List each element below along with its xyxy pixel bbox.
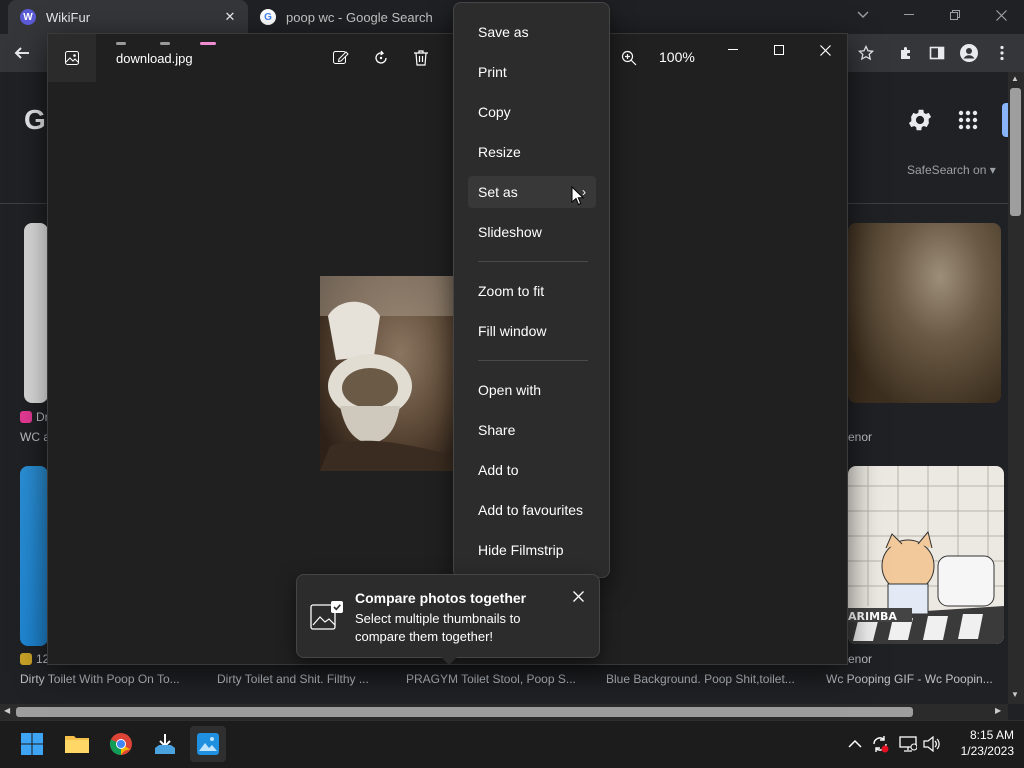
zoom-in-icon[interactable] (613, 44, 645, 72)
photos-app-window: download.jpg 100% (47, 33, 848, 665)
photos-maximize-icon[interactable] (756, 34, 802, 66)
tab-google-search[interactable]: G poop wc - Google Search (250, 0, 460, 34)
start-windows-icon[interactable] (14, 726, 50, 762)
displayed-photo[interactable] (320, 276, 454, 471)
image-result-thumbnail[interactable] (848, 223, 1001, 403)
menu-item-add-to[interactable]: Add to (468, 454, 596, 486)
source-favicon-icon (20, 653, 32, 665)
bookmark-star-icon[interactable] (850, 37, 882, 69)
tip-title: Compare photos together (355, 590, 527, 606)
tab-search-chevron-icon[interactable] (840, 0, 886, 30)
chrome-menu-icon[interactable] (986, 37, 1018, 69)
extensions-puzzle-icon[interactable] (890, 37, 922, 69)
settings-gear-icon[interactable] (906, 106, 934, 139)
result-caption[interactable]: Dirty Toilet and Shit. Filthy ... (217, 672, 369, 686)
vertical-scrollbar-thumb[interactable] (1010, 88, 1021, 216)
rotate-icon[interactable] (365, 44, 397, 72)
menu-item-open-with[interactable]: Open with (468, 374, 596, 406)
menu-item-resize[interactable]: Resize (468, 136, 596, 168)
google-apps-grid-icon[interactable] (958, 110, 978, 135)
context-menu: Save as Print Copy Resize Set as › Slide… (453, 2, 610, 578)
result-source: 12 (20, 652, 49, 666)
result-caption[interactable]: WC a (20, 430, 50, 444)
close-tab-icon[interactable]: ✕ (222, 9, 238, 25)
image-result-thumbnail[interactable] (24, 223, 48, 403)
volume-speaker-icon[interactable] (923, 735, 941, 757)
tip-body: Select multiple thumbnails to compare th… (355, 611, 521, 644)
menu-item-save-as[interactable]: Save as (468, 16, 596, 48)
horizontal-scrollbar-thumb[interactable] (16, 707, 913, 717)
active-indicator (200, 42, 216, 45)
photos-close-icon[interactable] (802, 34, 848, 66)
google-logo[interactable]: G (24, 104, 46, 136)
menu-item-slideshow[interactable]: Slideshow (468, 216, 596, 248)
taskbar-clock[interactable]: 8:15 AM 1/23/2023 (948, 727, 1014, 759)
menu-item-hide-filmstrip[interactable]: Hide Filmstrip (468, 534, 596, 566)
running-indicator (160, 42, 170, 45)
menu-item-print[interactable]: Print (468, 56, 596, 88)
scroll-down-arrow-icon[interactable]: ▼ (1011, 690, 1019, 699)
tab-wikifur[interactable]: W WikiFur ✕ (8, 0, 248, 34)
delete-trash-icon[interactable] (405, 44, 437, 72)
menu-item-fill-window[interactable]: Fill window (468, 315, 596, 347)
safesearch-toggle[interactable]: SafeSearch on ▾ (907, 163, 996, 177)
scroll-right-arrow-icon[interactable]: ▶ (995, 706, 1001, 715)
tip-close-icon[interactable] (567, 585, 589, 607)
google-icon: G (260, 9, 276, 25)
clock-time: 8:15 AM (969, 728, 1014, 742)
result-source: enor (848, 652, 873, 666)
window-close-icon[interactable] (978, 0, 1024, 30)
tab-title: WikiFur (46, 9, 91, 25)
zoom-level[interactable]: 100% (659, 49, 695, 65)
menu-item-label: Set as (478, 184, 518, 200)
scroll-up-arrow-icon[interactable]: ▲ (1011, 74, 1019, 83)
gif-watermark-text: ARIMBA (848, 610, 897, 623)
chrome-icon[interactable] (103, 726, 139, 762)
compare-photos-icon (309, 599, 343, 633)
back-arrow-icon[interactable] (6, 37, 38, 69)
photo-filename: download.jpg (116, 51, 193, 66)
scroll-left-arrow-icon[interactable]: ◀ (4, 706, 10, 715)
sync-status-icon[interactable] (871, 735, 889, 758)
menu-item-share[interactable]: Share (468, 414, 596, 446)
safesearch-label: SafeSearch on (907, 163, 987, 177)
result-caption[interactable]: Blue Background. Poop Shit,toilet... (606, 672, 795, 686)
restore-icon[interactable] (932, 0, 978, 30)
clock-date: 1/23/2023 (960, 744, 1014, 758)
photos-taskbar-icon[interactable] (190, 726, 226, 762)
tip-pointer (441, 657, 457, 665)
image-result-thumbnail[interactable] (20, 466, 48, 646)
downloads-app-icon[interactable] (147, 726, 183, 762)
running-indicator (116, 42, 126, 45)
result-caption[interactable]: Dirty Toilet With Poop On To... (20, 672, 180, 686)
menu-item-copy[interactable]: Copy (468, 96, 596, 128)
compare-photos-tip: Compare photos together Select multiple … (296, 574, 600, 658)
result-source: Dr (20, 410, 49, 424)
image-result-thumbnail[interactable]: ARIMBA (848, 466, 1004, 644)
menu-item-add-to-favourites[interactable]: Add to favourites (468, 494, 596, 526)
tab-title: poop wc - Google Search (286, 9, 433, 25)
network-icon[interactable] (899, 736, 918, 757)
edit-image-icon[interactable] (325, 44, 357, 72)
minimize-icon[interactable] (886, 0, 932, 30)
side-panel-icon[interactable] (921, 37, 953, 69)
photos-app-icon[interactable] (48, 34, 96, 82)
menu-item-zoom-to-fit[interactable]: Zoom to fit (468, 275, 596, 307)
mouse-cursor-icon (571, 185, 585, 211)
source-favicon-icon (20, 411, 32, 423)
menu-separator (478, 360, 588, 361)
menu-separator (478, 261, 588, 262)
photos-minimize-icon[interactable] (710, 34, 756, 66)
file-explorer-icon[interactable] (59, 726, 95, 762)
show-hidden-icons-chevron-icon[interactable] (848, 736, 862, 754)
wikifur-icon: W (20, 9, 36, 25)
result-source: enor (848, 430, 873, 444)
profile-avatar-icon[interactable] (953, 37, 985, 69)
result-caption[interactable]: PRAGYM Toilet Stool, Poop S... (406, 672, 576, 686)
result-caption[interactable]: Wc Pooping GIF - Wc Poopin... (826, 672, 993, 686)
